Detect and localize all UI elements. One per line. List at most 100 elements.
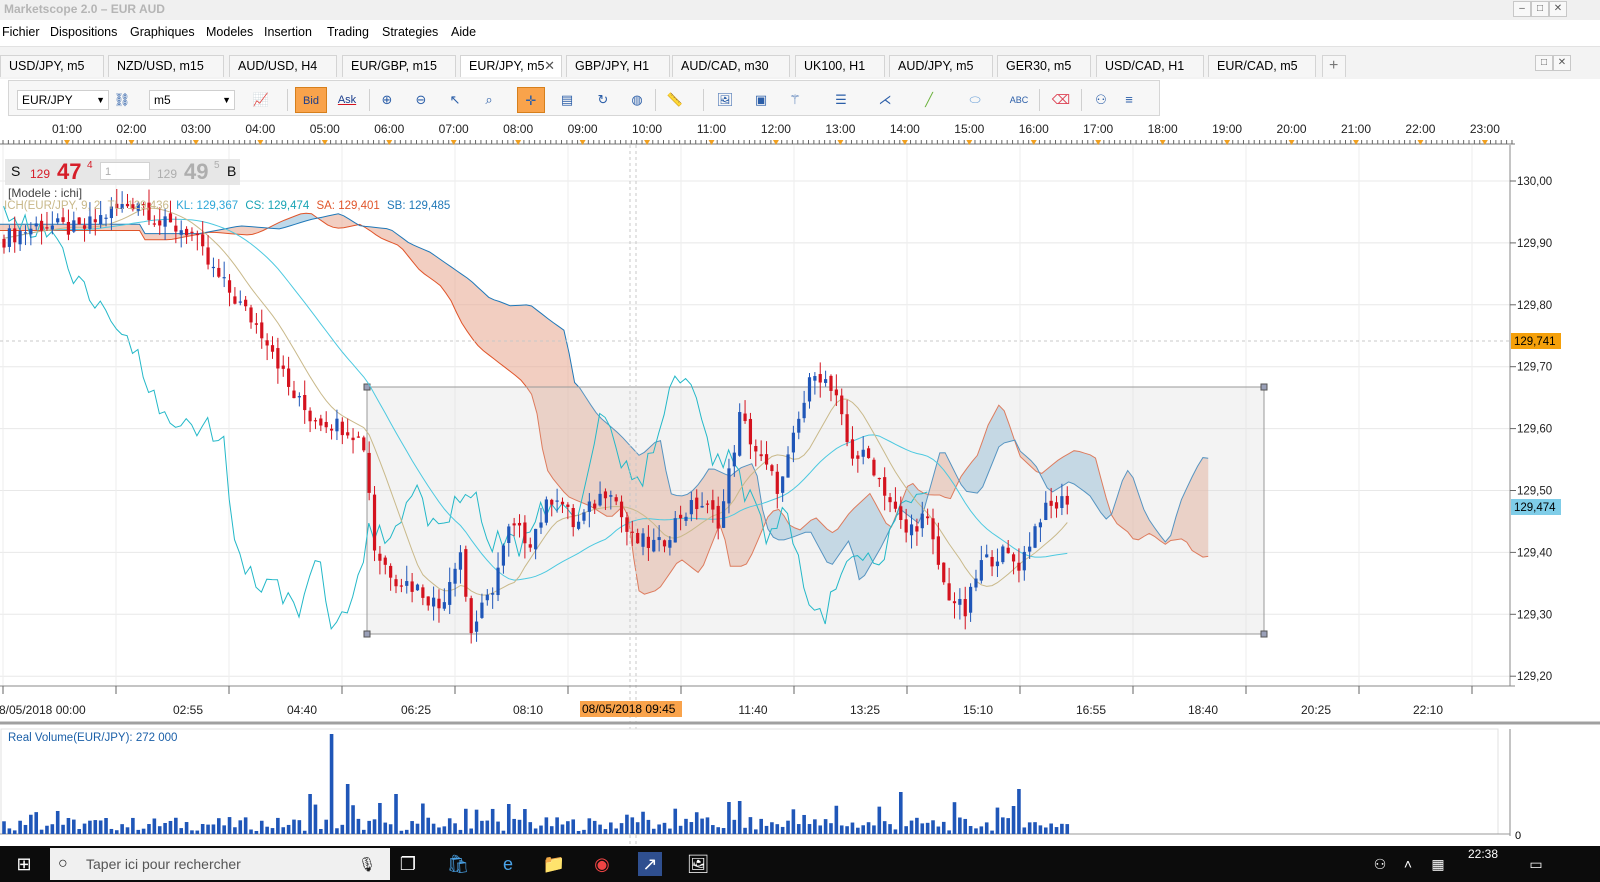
candle-body [1001, 546, 1005, 563]
candle-body [426, 596, 430, 606]
menu-insertion[interactable]: Insertion [264, 25, 312, 39]
tab-nzdusd-m15[interactable]: NZD/USD, m15 [108, 55, 224, 77]
image-icon[interactable]: 🖼 [711, 87, 739, 113]
candle-body [630, 531, 634, 533]
tab-uk100-h1[interactable]: UK100, H1 [795, 55, 885, 77]
task-view-icon[interactable]: ❐ [396, 852, 420, 876]
tab-audjpy-m5[interactable]: AUD/JPY, m5 [889, 55, 993, 77]
trendline-icon[interactable]: ╱ [915, 87, 943, 113]
zoom-area-icon[interactable]: ⌕ [475, 87, 503, 113]
tab-eurgbp-m15[interactable]: EUR/GBP, m15 [342, 55, 456, 77]
rectangle-handle-tr[interactable] [1260, 383, 1268, 391]
more-options-icon[interactable]: ≡ [1121, 87, 1137, 113]
rectangle-drawing[interactable] [366, 386, 1265, 635]
candle-body [222, 277, 226, 279]
people-icon[interactable]: ⚇ [1368, 852, 1392, 876]
ruler-icon[interactable]: 📏 [661, 87, 689, 113]
link-icon[interactable]: ⛓ [109, 87, 135, 113]
rectangle-handle-br[interactable] [1260, 630, 1268, 638]
tab-gbpjpy-h1[interactable]: GBP/JPY, H1 [566, 55, 670, 77]
crosshair-button[interactable]: ✛ [517, 87, 545, 113]
edge-icon[interactable]: e [496, 852, 520, 876]
close-tab-icon[interactable]: ✕ [544, 56, 555, 76]
tab-audusd-h4[interactable]: AUD/USD, H4 [229, 55, 337, 77]
rectangle-handle-bl[interactable] [363, 630, 371, 638]
menu-dispositions[interactable]: Dispositions [50, 25, 117, 39]
sell-price-big[interactable]: 129 [30, 167, 50, 181]
volume-bar [882, 821, 887, 834]
tab-usdjpy-m5[interactable]: USD/JPY, m5 [0, 55, 104, 77]
chart-type-icon[interactable]: 📈 [247, 87, 275, 113]
price-chart[interactable]: 01:00 02:00 03:00 04:00 05:00 06:00 07:00 08:00… [0, 118, 1600, 846]
hierarchy-icon[interactable]: ⚇ [1087, 87, 1115, 113]
file-explorer-icon[interactable]: 📁 [542, 852, 566, 876]
data-box-icon[interactable]: ▤ [553, 87, 581, 113]
volume-bar [125, 827, 130, 834]
zoom-in-icon[interactable]: ⊕ [373, 87, 401, 113]
minimize-button[interactable]: – [1513, 1, 1531, 17]
bid-button[interactable]: Bid [295, 87, 327, 113]
amount-input[interactable]: 1 [100, 162, 150, 180]
ask-button[interactable]: Ask [331, 87, 363, 113]
marketscope-icon[interactable]: ↗ [638, 852, 662, 876]
quote-panel[interactable]: S 129 47 4 1 129 49 5 B [5, 159, 240, 185]
volume-bar [233, 827, 237, 834]
menu-aide[interactable]: Aide [451, 25, 476, 39]
close-button[interactable]: ✕ [1549, 1, 1567, 17]
zoom-out-icon[interactable]: ⊖ [407, 87, 435, 113]
tab-eurjpy-m5[interactable]: EUR/JPY, m5 ✕ [460, 55, 562, 77]
candle-body [958, 598, 962, 605]
microphone-icon[interactable]: 🎙 [358, 848, 376, 880]
chrome-icon[interactable]: ◉ [590, 852, 614, 876]
maximize-button[interactable]: □ [1531, 1, 1549, 17]
lines-icon[interactable]: ☰ [827, 87, 855, 113]
candle-body [399, 585, 403, 587]
eraser-icon[interactable]: ⌫ [1047, 87, 1075, 113]
menu-strategies[interactable]: Strategies [382, 25, 438, 39]
tab-ger30-m5[interactable]: GER30, m5 [997, 55, 1091, 77]
symbol-select[interactable]: EUR/JPY ▼ [17, 90, 109, 110]
volume-bar [893, 829, 898, 834]
cursor-icon[interactable]: ↖ [441, 87, 469, 113]
menu-trading[interactable]: Trading [327, 25, 369, 39]
candle-body [93, 219, 97, 223]
timeframe-select[interactable]: m5 ▼ [149, 90, 235, 110]
volume-bar [813, 819, 817, 834]
buy-price-big[interactable]: 129 [157, 167, 177, 181]
text-tool-icon[interactable]: ABC [1005, 87, 1033, 113]
volume-bar [974, 828, 978, 834]
buy-label[interactable]: B [227, 163, 236, 179]
template-icon[interactable]: ▣ [747, 87, 775, 113]
tab-audcad-m30[interactable]: AUD/CAD, m30 [672, 55, 790, 77]
buy-price-pips[interactable]: 49 [184, 159, 208, 185]
restore-chart-icon[interactable]: □ [1535, 55, 1553, 71]
menu-graphiques[interactable]: Graphiques [130, 25, 195, 39]
sell-label[interactable]: S [11, 163, 20, 179]
volume-bar [625, 814, 629, 834]
close-chart-icon[interactable]: ✕ [1553, 55, 1571, 71]
indicator-icon[interactable]: ⚚ [781, 87, 809, 113]
volume-bar [979, 826, 984, 834]
network-icon[interactable]: ▦ [1426, 852, 1450, 876]
add-tab-button[interactable]: + [1322, 55, 1346, 77]
menu-modeles[interactable]: Modeles [206, 25, 253, 39]
candle-body [480, 602, 484, 618]
taskbar-clock[interactable]: 22:38 [1468, 847, 1498, 861]
notifications-icon[interactable]: ▭ [1524, 852, 1548, 876]
candle-body [614, 497, 618, 502]
tab-usdcad-h1[interactable]: USD/CAD, H1 [1096, 55, 1204, 77]
fan-icon[interactable]: ⋌ [871, 87, 899, 113]
candle-body [104, 217, 108, 219]
tab-eurcad-m5[interactable]: EUR/CAD, m5 [1208, 55, 1316, 77]
windows-start-icon[interactable]: ⊞ [12, 852, 36, 876]
ellipse-icon[interactable]: ⬭ [961, 87, 989, 113]
refresh-icon[interactable]: ↻ [589, 87, 617, 113]
taskbar-search[interactable]: ○ Taper ici pour rechercher 🎙 [50, 848, 390, 880]
sell-price-pips[interactable]: 47 [57, 159, 81, 185]
volume-axis-zero: 0 [1515, 830, 1521, 842]
store-icon[interactable]: 🛍 [446, 852, 470, 876]
globe-icon[interactable]: ◍ [623, 87, 651, 113]
photos-icon[interactable]: 🖼 [686, 852, 710, 876]
tray-expand-icon[interactable]: ˄ [1396, 852, 1420, 876]
menu-fichier[interactable]: Fichier [2, 25, 40, 39]
